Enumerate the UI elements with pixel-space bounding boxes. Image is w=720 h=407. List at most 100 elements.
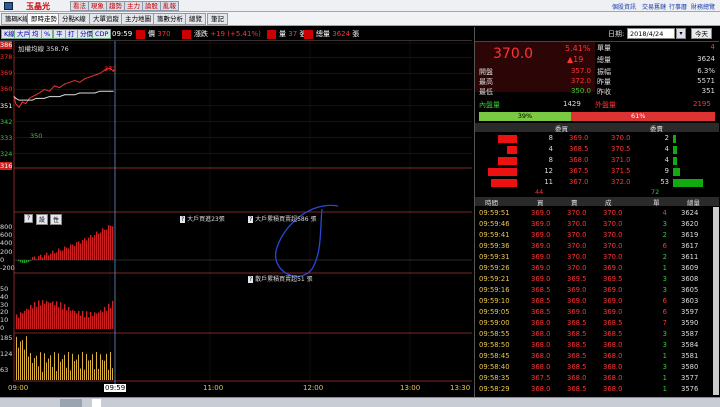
- tab-overview[interactable]: 總覽: [185, 13, 206, 25]
- trade-row[interactable]: 09:59:21 369.0 369.5 369.5 3 3608: [475, 274, 719, 285]
- book-row[interactable]: 8 368.0 371.0 4: [475, 155, 719, 166]
- panel1-property-button[interactable]: 性: [50, 214, 63, 225]
- tab-main-force[interactable]: 主力: [124, 1, 143, 11]
- inner-ratio-fill: 39%: [479, 112, 572, 121]
- price-point: [94, 74, 96, 76]
- panel1-bar: [32, 256, 34, 260]
- panel1-tick: -200: [0, 264, 15, 272]
- panel1-bar: [80, 243, 82, 260]
- trade-deal: 368.0: [603, 352, 623, 360]
- tab-big-order[interactable]: 大單追蹤: [89, 13, 123, 25]
- trade-row[interactable]: 09:59:05 368.5 369.0 369.0 6 3597: [475, 307, 719, 318]
- trade-time: 09:59:31: [479, 253, 510, 261]
- tab-view[interactable]: 看法: [70, 1, 89, 11]
- trade-single: 3: [662, 341, 667, 349]
- price-point: [74, 80, 76, 81]
- book-row[interactable]: 4 368.5 370.5 4: [475, 144, 719, 155]
- panel2-bar: [20, 312, 22, 329]
- avg-price-point: [48, 96, 50, 97]
- tool-avg[interactable]: 均: [29, 29, 42, 39]
- tab-notes[interactable]: 筆記: [207, 13, 228, 25]
- trade-row[interactable]: 09:59:46 369.0 370.0 370.0 3 3620: [475, 219, 719, 230]
- today-button[interactable]: 今天: [691, 28, 712, 39]
- panel2-bar: [32, 308, 34, 329]
- link-trade[interactable]: 交易舊鏈: [642, 2, 666, 11]
- trade-scrollbar[interactable]: [713, 207, 719, 395]
- panel2-bar: [72, 310, 74, 329]
- trade-time: 09:59:05: [479, 308, 510, 316]
- trade-row[interactable]: 09:58:35 367.5 368.0 368.0 1 3577: [475, 373, 719, 384]
- book-row[interactable]: 12 367.5 371.5 9: [475, 166, 719, 177]
- top-bar: 玉晶光 看法 現象 趨勢 主力 論股 亂報 個股資訊 交易舊鏈 行事曆 財務總覽: [0, 0, 720, 12]
- tab-branch-kline[interactable]: 分點K線: [58, 13, 90, 25]
- trade-total: 3617: [681, 242, 699, 250]
- panel1-help-button[interactable]: ?: [24, 214, 34, 223]
- taskbar-item[interactable]: [60, 399, 82, 407]
- trade-row[interactable]: 09:58:45 368.0 368.5 368.0 1 3581: [475, 351, 719, 362]
- book-row[interactable]: 8 369.0 370.0 2: [475, 133, 719, 144]
- trade-row[interactable]: 09:59:16 368.5 369.0 369.0 3 3605: [475, 285, 719, 296]
- volume-bar: [24, 349, 25, 380]
- intraday-chart[interactable]: 加權均線 358.76 372 350 386 378 369 360 351 342 33…: [0, 41, 472, 395]
- trade-bid: 368.0: [531, 341, 551, 349]
- stat-value: 350.0: [570, 87, 591, 95]
- tab-realtime[interactable]: 即時走勢: [27, 13, 61, 25]
- tab-report[interactable]: 亂報: [160, 1, 179, 11]
- price-tick: 342: [0, 117, 13, 126]
- trade-bid: 368.5: [531, 286, 551, 294]
- tab-main-map[interactable]: 主力地圖: [121, 13, 155, 25]
- tool-pct[interactable]: %: [41, 29, 54, 39]
- volume-bar: [64, 354, 65, 380]
- trade-row[interactable]: 09:58:29 368.0 368.5 368.0 1 3576: [475, 384, 719, 395]
- outer-vol: 2195: [693, 100, 711, 108]
- trade-bid: 368.5: [531, 297, 551, 305]
- date-dropdown-icon[interactable]: ▾: [676, 28, 686, 39]
- tab-discussion[interactable]: 論股: [142, 1, 161, 11]
- tab-chip-analysis[interactable]: 籌數分析: [153, 13, 187, 25]
- tab-phenomenon[interactable]: 現象: [88, 1, 107, 11]
- panel1-bar: [112, 226, 114, 260]
- link-finance[interactable]: 財務總覽: [691, 2, 715, 11]
- trade-row[interactable]: 09:59:36 369.0 370.0 370.0 6 3617: [475, 241, 719, 252]
- link-calendar[interactable]: 行事曆: [669, 2, 687, 11]
- bid-depth-bar: [497, 157, 517, 165]
- trade-row[interactable]: 09:59:31 369.0 370.0 370.0 2 3611: [475, 252, 719, 263]
- panel2-bar: [38, 300, 40, 329]
- trade-row[interactable]: 09:58:40 368.0 368.5 368.0 3 3580: [475, 362, 719, 373]
- trade-row[interactable]: 09:59:00 368.0 368.5 368.5 7 3590: [475, 318, 719, 329]
- trade-row[interactable]: 09:59:10 368.5 369.0 369.0 6 3603: [475, 296, 719, 307]
- book-row[interactable]: 11 367.0 372.0 53: [475, 177, 719, 188]
- panel2-bar: [78, 310, 80, 329]
- panel1-bar: [40, 254, 42, 260]
- panel2-bar: [44, 303, 46, 329]
- trade-row[interactable]: 09:59:51 369.0 370.0 370.0 4 3624: [475, 208, 719, 219]
- panel1-bar: [28, 260, 30, 262]
- volume-bar: [32, 362, 33, 380]
- date-field[interactable]: 2018/4/24: [627, 28, 675, 39]
- trade-row[interactable]: 09:58:55 368.0 368.5 368.5 3 3587: [475, 329, 719, 340]
- price-point: [32, 96, 33, 97]
- panel1-settings-button[interactable]: 設: [36, 214, 49, 225]
- volume-bar: [112, 368, 113, 380]
- trade-head-ask: 賣: [571, 199, 578, 207]
- trade-total: 3624: [681, 209, 699, 217]
- tool-print[interactable]: 打: [65, 29, 78, 39]
- price-point: [99, 72, 101, 74]
- link-stock-info[interactable]: 個股資訊: [612, 2, 636, 11]
- trade-row[interactable]: 09:59:41 369.0 370.0 370.0 2 3619: [475, 230, 719, 241]
- tool-flat[interactable]: 平: [53, 29, 66, 39]
- tab-trend[interactable]: 趨勢: [106, 1, 125, 11]
- price-point: [64, 83, 65, 85]
- volume-bar: [68, 352, 69, 380]
- panel1-bar: [88, 237, 90, 260]
- panel1-bar: [42, 257, 44, 260]
- bid-qty: 8: [548, 156, 553, 164]
- trade-row[interactable]: 09:58:50 368.0 368.5 368.0 3 3584: [475, 340, 719, 351]
- tool-cdp[interactable]: CDP: [92, 29, 112, 39]
- panel2-bar: [70, 310, 72, 329]
- taskbar-icon[interactable]: [92, 399, 101, 407]
- price-point: [59, 87, 60, 89]
- trade-bid: 369.0: [531, 253, 551, 261]
- trade-row[interactable]: 09:59:26 369.0 370.0 369.0 1 3609: [475, 263, 719, 274]
- trade-head-total: 總量: [687, 199, 700, 207]
